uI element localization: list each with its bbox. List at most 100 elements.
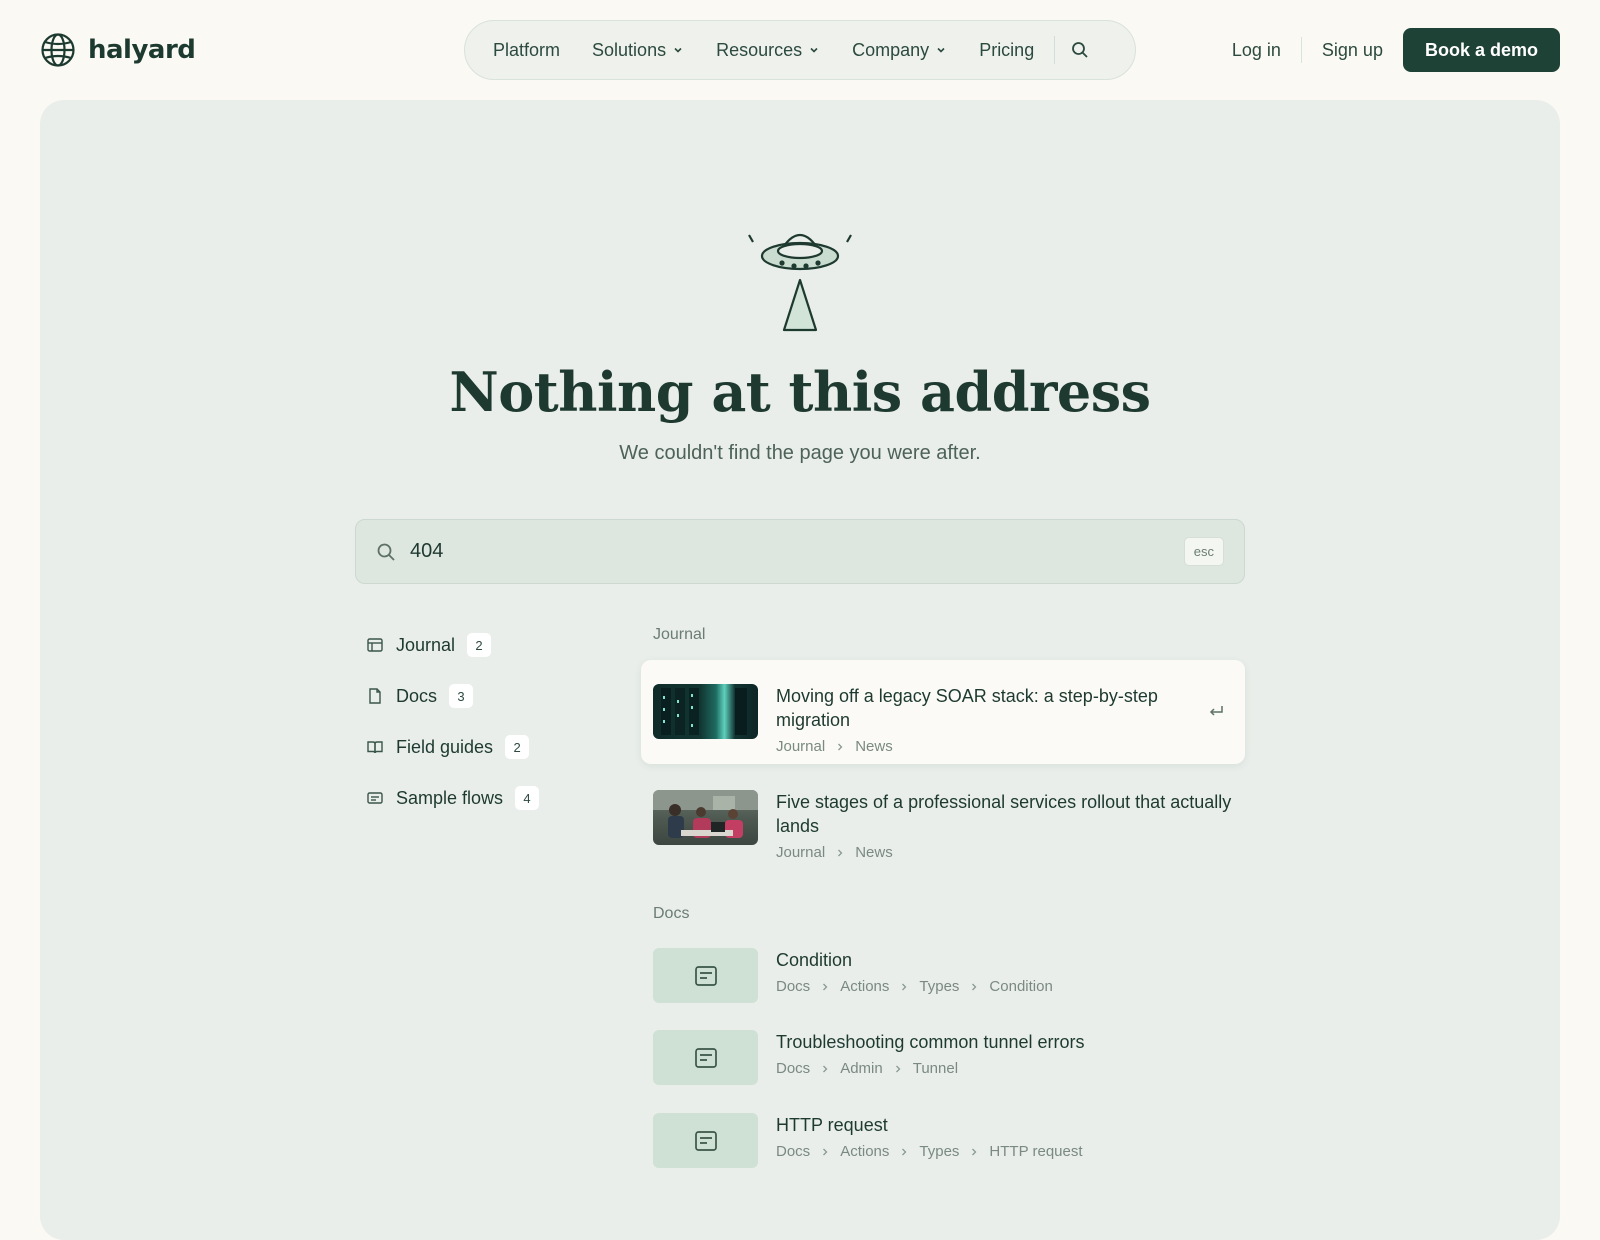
main-nav: Platform Solutions Resources Company Pri…	[464, 20, 1136, 80]
breadcrumb: Docs Actions Types HTTP request	[776, 1143, 1233, 1160]
doc-thumbnail	[653, 948, 758, 1003]
login-link[interactable]: Log in	[1212, 40, 1301, 61]
breadcrumb-item: Actions	[840, 1143, 890, 1160]
breadcrumb: Docs Admin Tunnel	[776, 1060, 1233, 1077]
search-query[interactable]: 404	[410, 540, 1184, 563]
page-subtitle: We couldn't find the page you were after…	[619, 442, 981, 464]
brand-logo[interactable]: halyard	[40, 32, 196, 68]
filter-label: Journal	[396, 634, 456, 655]
search-icon	[1072, 42, 1088, 58]
result-title: Troubleshooting common tunnel errors	[776, 1032, 1085, 1052]
search-icon	[377, 543, 395, 561]
breadcrumb-item: Condition	[989, 978, 1053, 995]
document-icon	[694, 1047, 717, 1068]
page-title: Nothing at this address	[449, 360, 1151, 424]
breadcrumb-item: Docs	[776, 1143, 811, 1160]
search-result-doc[interactable]: Troubleshooting common tunnel errors Doc…	[641, 1026, 1245, 1090]
filter-docs[interactable]: Docs 3	[366, 681, 606, 711]
auth-actions: Log in Sign up Book a demo	[1212, 28, 1560, 72]
search-result-doc[interactable]: Condition Docs Actions Types Condition	[641, 944, 1245, 1008]
nav-search-button[interactable]	[1059, 30, 1101, 70]
chevron-right-icon	[902, 1148, 907, 1155]
nav-divider	[1054, 36, 1056, 64]
result-title: Moving off a legacy SOAR stack: a step-b…	[776, 686, 1158, 730]
breadcrumb-item: Docs	[776, 978, 811, 995]
chevron-right-icon	[972, 1148, 977, 1155]
brand-name: halyard	[88, 35, 196, 65]
breadcrumb-item: News	[855, 844, 893, 861]
filter-count: 3	[449, 684, 474, 708]
breadcrumb-item: HTTP request	[989, 1143, 1083, 1160]
globe-icon	[41, 33, 75, 67]
filter-label: Docs	[396, 685, 438, 706]
filter-sample-flows[interactable]: Sample flows 4	[366, 783, 606, 813]
filter-count: 4	[515, 786, 540, 810]
chevron-right-icon	[838, 743, 843, 750]
esc-key-hint[interactable]: esc	[1183, 537, 1224, 566]
nav-item-company[interactable]: Company	[836, 30, 963, 70]
section-label-docs: Docs	[653, 905, 690, 922]
document-icon	[694, 1130, 717, 1151]
article-thumbnail	[653, 790, 758, 845]
filter-count: 2	[505, 735, 530, 759]
layout-icon	[367, 638, 383, 652]
breadcrumb-item: Tunnel	[912, 1060, 959, 1077]
book-demo-button[interactable]: Book a demo	[1402, 28, 1560, 72]
nav-item-solutions[interactable]: Solutions	[576, 30, 700, 70]
chevron-right-icon	[972, 983, 977, 990]
search-result-journal[interactable]: Moving off a legacy SOAR stack: a step-b…	[641, 660, 1245, 764]
result-title: Condition	[776, 950, 853, 970]
search-result-doc[interactable]: HTTP request Docs Actions Types HTTP req…	[641, 1109, 1245, 1173]
office-meeting-image	[653, 790, 758, 838]
search-input[interactable]: 404 esc	[355, 519, 1245, 584]
filter-field-guides[interactable]: Field guides 2	[366, 732, 606, 762]
server-rack-image	[661, 688, 747, 735]
nav-item-label: Company	[852, 39, 930, 60]
filter-journal[interactable]: Journal 2	[366, 630, 606, 660]
category-filters: Journal 2 Docs 3 Field guides 2 Sample f…	[366, 630, 606, 834]
filter-count: 2	[467, 633, 492, 657]
chevron-right-icon	[902, 983, 907, 990]
document-icon	[694, 965, 717, 986]
breadcrumb-item: Admin	[840, 1060, 883, 1077]
breadcrumb-item: Journal	[776, 738, 826, 755]
nav-item-label: Resources	[716, 39, 803, 60]
doc-thumbnail	[653, 1030, 758, 1085]
breadcrumb-item: Types	[919, 978, 960, 995]
article-thumbnail	[653, 684, 758, 739]
breadcrumb-item: Actions	[840, 978, 890, 995]
signup-link[interactable]: Sign up	[1302, 40, 1403, 61]
nav-item-pricing[interactable]: Pricing	[963, 30, 1050, 70]
search-result-journal[interactable]: Five stages of a professional services r…	[641, 782, 1245, 872]
chevron-down-icon	[810, 47, 818, 53]
breadcrumb: Journal News	[776, 844, 1233, 861]
enter-key-icon	[1209, 706, 1223, 716]
nav-item-label: Solutions	[592, 39, 667, 60]
chevron-right-icon	[823, 1148, 828, 1155]
message-icon	[367, 792, 383, 804]
nav-item-platform[interactable]: Platform	[477, 30, 576, 70]
chevron-down-icon	[937, 47, 945, 53]
chevron-right-icon	[895, 1065, 901, 1072]
site-header: halyard Platform Solutions Resources Com…	[0, 0, 1600, 100]
breadcrumb-item: Docs	[776, 1060, 811, 1077]
breadcrumb-item: Journal	[776, 844, 826, 861]
result-title: Five stages of a professional services r…	[776, 792, 1232, 836]
filter-label: Sample flows	[396, 787, 504, 808]
result-title: HTTP request	[776, 1115, 888, 1135]
chevron-right-icon	[823, 1065, 828, 1072]
nav-item-label: Pricing	[979, 39, 1035, 60]
chevron-down-icon	[674, 47, 682, 53]
section-label-journal: Journal	[653, 626, 706, 643]
breadcrumb-item: News	[855, 738, 893, 755]
nav-item-label: Platform	[493, 39, 561, 60]
breadcrumb: Docs Actions Types Condition	[776, 978, 1233, 995]
nav-item-resources[interactable]: Resources	[700, 30, 836, 70]
book-icon	[367, 741, 383, 754]
breadcrumb-item: Types	[919, 1143, 960, 1160]
doc-thumbnail	[653, 1113, 758, 1168]
breadcrumb: Journal News	[776, 738, 1233, 755]
chevron-right-icon	[823, 983, 828, 990]
filter-label: Field guides	[396, 736, 494, 757]
chevron-right-icon	[838, 849, 843, 856]
